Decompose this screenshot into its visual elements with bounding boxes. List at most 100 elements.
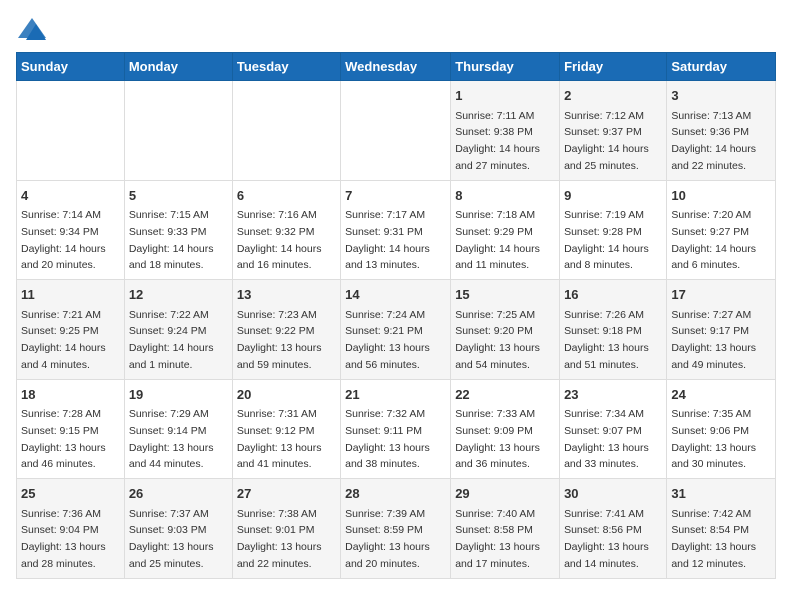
day-info: Sunrise: 7:13 AM Sunset: 9:36 PM Dayligh… [671, 110, 756, 172]
day-number: 12 [129, 285, 228, 305]
day-info: Sunrise: 7:26 AM Sunset: 9:18 PM Dayligh… [564, 309, 649, 371]
day-info: Sunrise: 7:15 AM Sunset: 9:33 PM Dayligh… [129, 209, 214, 271]
day-number: 11 [21, 285, 120, 305]
day-cell [124, 81, 232, 181]
day-number: 8 [455, 186, 555, 206]
weekday-header-friday: Friday [560, 53, 667, 81]
day-info: Sunrise: 7:34 AM Sunset: 9:07 PM Dayligh… [564, 408, 649, 470]
day-cell: 3 Sunrise: 7:13 AM Sunset: 9:36 PM Daylig… [667, 81, 776, 181]
day-number: 1 [455, 86, 555, 106]
week-row-3: 11 Sunrise: 7:21 AM Sunset: 9:25 PM Dayli… [17, 280, 776, 380]
day-number: 22 [455, 385, 555, 405]
day-number: 13 [237, 285, 336, 305]
day-number: 25 [21, 484, 120, 504]
day-info: Sunrise: 7:32 AM Sunset: 9:11 PM Dayligh… [345, 408, 430, 470]
day-number: 5 [129, 186, 228, 206]
day-cell: 25 Sunrise: 7:36 AM Sunset: 9:04 PM Dayli… [17, 479, 125, 579]
day-number: 9 [564, 186, 662, 206]
day-cell: 4 Sunrise: 7:14 AM Sunset: 9:34 PM Daylig… [17, 180, 125, 280]
week-row-4: 18 Sunrise: 7:28 AM Sunset: 9:15 PM Dayli… [17, 379, 776, 479]
day-cell: 14 Sunrise: 7:24 AM Sunset: 9:21 PM Dayli… [341, 280, 451, 380]
day-cell: 27 Sunrise: 7:38 AM Sunset: 9:01 PM Dayli… [232, 479, 340, 579]
day-cell: 2 Sunrise: 7:12 AM Sunset: 9:37 PM Daylig… [560, 81, 667, 181]
day-number: 4 [21, 186, 120, 206]
day-info: Sunrise: 7:19 AM Sunset: 9:28 PM Dayligh… [564, 209, 649, 271]
day-info: Sunrise: 7:41 AM Sunset: 8:56 PM Dayligh… [564, 508, 649, 570]
day-info: Sunrise: 7:25 AM Sunset: 9:20 PM Dayligh… [455, 309, 540, 371]
weekday-header-saturday: Saturday [667, 53, 776, 81]
day-cell: 28 Sunrise: 7:39 AM Sunset: 8:59 PM Dayli… [341, 479, 451, 579]
day-number: 29 [455, 484, 555, 504]
day-cell: 24 Sunrise: 7:35 AM Sunset: 9:06 PM Dayli… [667, 379, 776, 479]
day-cell: 31Sunrise: 7:42 AM Sunset: 8:54 PM Dayli… [667, 479, 776, 579]
calendar-table: SundayMondayTuesdayWednesdayThursdayFrid… [16, 52, 776, 579]
weekday-header-sunday: Sunday [17, 53, 125, 81]
day-cell: 6Sunrise: 7:16 AM Sunset: 9:32 PM Daylig… [232, 180, 340, 280]
day-cell: 1 Sunrise: 7:11 AM Sunset: 9:38 PM Daylig… [451, 81, 560, 181]
day-cell: 21 Sunrise: 7:32 AM Sunset: 9:11 PM Dayli… [341, 379, 451, 479]
day-info: Sunrise: 7:35 AM Sunset: 9:06 PM Dayligh… [671, 408, 756, 470]
week-row-2: 4 Sunrise: 7:14 AM Sunset: 9:34 PM Daylig… [17, 180, 776, 280]
weekday-header-thursday: Thursday [451, 53, 560, 81]
day-cell: 18 Sunrise: 7:28 AM Sunset: 9:15 PM Dayli… [17, 379, 125, 479]
day-cell: 30 Sunrise: 7:41 AM Sunset: 8:56 PM Dayli… [560, 479, 667, 579]
day-info: Sunrise: 7:27 AM Sunset: 9:17 PM Dayligh… [671, 309, 756, 371]
day-number: 23 [564, 385, 662, 405]
day-cell: 16Sunrise: 7:26 AM Sunset: 9:18 PM Dayli… [560, 280, 667, 380]
logo [16, 16, 52, 44]
day-info: Sunrise: 7:20 AM Sunset: 9:27 PM Dayligh… [671, 209, 756, 271]
day-info: Sunrise: 7:38 AM Sunset: 9:01 PM Dayligh… [237, 508, 322, 570]
day-cell: 10 Sunrise: 7:20 AM Sunset: 9:27 PM Dayli… [667, 180, 776, 280]
day-info: Sunrise: 7:42 AM Sunset: 8:54 PM Dayligh… [671, 508, 756, 570]
day-number: 21 [345, 385, 446, 405]
day-cell: 20 Sunrise: 7:31 AM Sunset: 9:12 PM Dayli… [232, 379, 340, 479]
day-info: Sunrise: 7:36 AM Sunset: 9:04 PM Dayligh… [21, 508, 106, 570]
day-info: Sunrise: 7:17 AM Sunset: 9:31 PM Dayligh… [345, 209, 430, 271]
day-info: Sunrise: 7:28 AM Sunset: 9:15 PM Dayligh… [21, 408, 106, 470]
day-number: 28 [345, 484, 446, 504]
day-number: 3 [671, 86, 771, 106]
day-cell: 15 Sunrise: 7:25 AM Sunset: 9:20 PM Dayli… [451, 280, 560, 380]
day-info: Sunrise: 7:39 AM Sunset: 8:59 PM Dayligh… [345, 508, 430, 570]
weekday-header-row: SundayMondayTuesdayWednesdayThursdayFrid… [17, 53, 776, 81]
day-cell: 19 Sunrise: 7:29 AM Sunset: 9:14 PM Dayli… [124, 379, 232, 479]
day-cell [17, 81, 125, 181]
day-number: 10 [671, 186, 771, 206]
day-info: Sunrise: 7:40 AM Sunset: 8:58 PM Dayligh… [455, 508, 540, 570]
day-number: 24 [671, 385, 771, 405]
day-cell: 13 Sunrise: 7:23 AM Sunset: 9:22 PM Dayli… [232, 280, 340, 380]
day-info: Sunrise: 7:24 AM Sunset: 9:21 PM Dayligh… [345, 309, 430, 371]
day-number: 20 [237, 385, 336, 405]
day-cell: 22 Sunrise: 7:33 AM Sunset: 9:09 PM Dayli… [451, 379, 560, 479]
weekday-header-monday: Monday [124, 53, 232, 81]
day-info: Sunrise: 7:31 AM Sunset: 9:12 PM Dayligh… [237, 408, 322, 470]
day-number: 30 [564, 484, 662, 504]
day-cell: 5 Sunrise: 7:15 AM Sunset: 9:33 PM Daylig… [124, 180, 232, 280]
day-info: Sunrise: 7:14 AM Sunset: 9:34 PM Dayligh… [21, 209, 106, 271]
day-cell: 29 Sunrise: 7:40 AM Sunset: 8:58 PM Dayli… [451, 479, 560, 579]
day-info: Sunrise: 7:12 AM Sunset: 9:37 PM Dayligh… [564, 110, 649, 172]
day-cell [341, 81, 451, 181]
header [16, 16, 776, 44]
day-info: Sunrise: 7:33 AM Sunset: 9:09 PM Dayligh… [455, 408, 540, 470]
day-cell: 26Sunrise: 7:37 AM Sunset: 9:03 PM Dayli… [124, 479, 232, 579]
day-number: 18 [21, 385, 120, 405]
day-info: Sunrise: 7:37 AM Sunset: 9:03 PM Dayligh… [129, 508, 214, 570]
day-number: 14 [345, 285, 446, 305]
weekday-header-tuesday: Tuesday [232, 53, 340, 81]
day-cell: 7Sunrise: 7:17 AM Sunset: 9:31 PM Daylig… [341, 180, 451, 280]
day-info: Sunrise: 7:29 AM Sunset: 9:14 PM Dayligh… [129, 408, 214, 470]
day-number: 19 [129, 385, 228, 405]
day-info: Sunrise: 7:21 AM Sunset: 9:25 PM Dayligh… [21, 309, 106, 371]
day-info: Sunrise: 7:23 AM Sunset: 9:22 PM Dayligh… [237, 309, 322, 371]
day-cell: 8Sunrise: 7:18 AM Sunset: 9:29 PM Daylig… [451, 180, 560, 280]
day-info: Sunrise: 7:11 AM Sunset: 9:38 PM Dayligh… [455, 110, 540, 172]
day-number: 15 [455, 285, 555, 305]
day-cell: 9 Sunrise: 7:19 AM Sunset: 9:28 PM Daylig… [560, 180, 667, 280]
day-number: 27 [237, 484, 336, 504]
day-cell: 11 Sunrise: 7:21 AM Sunset: 9:25 PM Dayli… [17, 280, 125, 380]
week-row-5: 25 Sunrise: 7:36 AM Sunset: 9:04 PM Dayli… [17, 479, 776, 579]
day-info: Sunrise: 7:16 AM Sunset: 9:32 PM Dayligh… [237, 209, 322, 271]
day-cell: 12Sunrise: 7:22 AM Sunset: 9:24 PM Dayli… [124, 280, 232, 380]
day-number: 2 [564, 86, 662, 106]
